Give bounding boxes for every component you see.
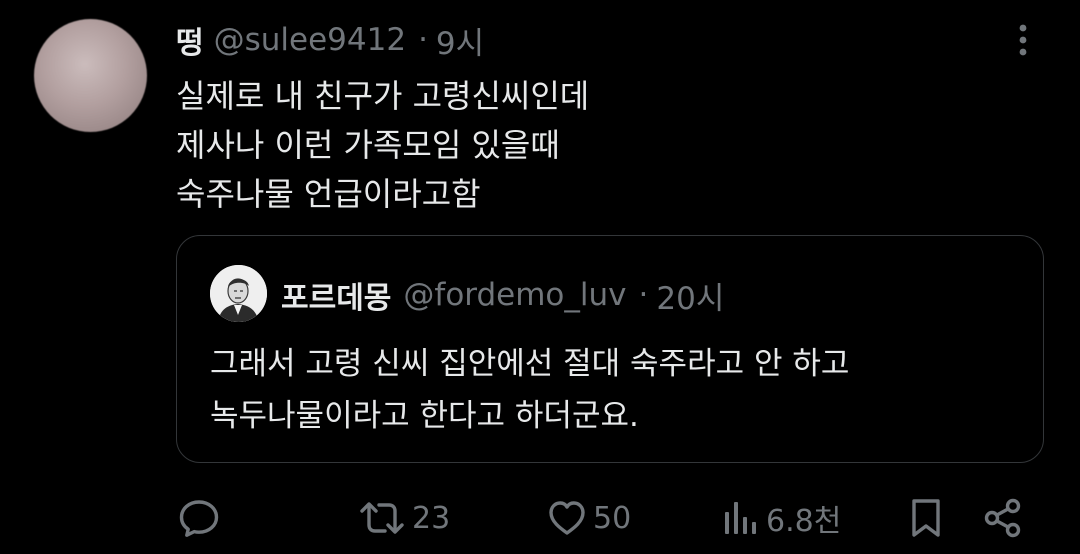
speech-bubble-icon xyxy=(179,500,219,537)
author-handle[interactable]: @sulee9412 xyxy=(214,22,406,58)
tweet-action-bar: 23 50 6.8천 xyxy=(0,490,1080,546)
retweet-arrows-icon xyxy=(360,502,404,534)
heart-icon xyxy=(549,501,585,535)
like-button[interactable]: 50 xyxy=(547,490,631,546)
author-avatar[interactable] xyxy=(34,19,147,132)
views-count: 6.8천 xyxy=(766,504,842,539)
quote-author-avatar[interactable] xyxy=(210,265,267,322)
quote-text-line: 녹두나물이라고 한다고 하더군요. xyxy=(210,398,639,434)
share-button[interactable] xyxy=(982,490,1024,546)
quote-header: 포르데몽 @fordemo_luv · 20시 xyxy=(281,273,724,317)
tweet-timestamp[interactable]: 9시 xyxy=(436,18,484,63)
bookmark-button[interactable] xyxy=(906,490,946,546)
quote-author-name[interactable]: 포르데몽 xyxy=(281,273,391,317)
quote-author-handle[interactable]: @fordemo_luv xyxy=(403,277,626,313)
tweet-text-line: 숙주나물 언급이라고함 xyxy=(176,175,481,213)
quote-header-separator: · xyxy=(638,277,649,313)
quote-text: 그래서 고령 신씨 집안에선 절대 숙주라고 안 하고 녹두나물이라고 한다고 … xyxy=(210,338,849,442)
author-name[interactable]: 떵 xyxy=(176,18,204,62)
retweet-count: 23 xyxy=(412,500,451,536)
bookmark-icon xyxy=(912,499,940,537)
quote-text-line: 그래서 고령 신씨 집안에선 절대 숙주라고 안 하고 xyxy=(210,346,850,382)
bar-chart-icon xyxy=(725,502,756,534)
tweet-text-line: 제사나 이런 가족모임 있을때 xyxy=(176,126,560,164)
quote-timestamp[interactable]: 20시 xyxy=(656,273,724,318)
header-separator: · xyxy=(418,22,428,58)
quoted-tweet-card[interactable]: 포르데몽 @fordemo_luv · 20시 그래서 고령 신씨 집안에선 절… xyxy=(176,235,1044,463)
tweet-text: 실제로 내 친구가 고령신씨인데 제사나 이런 가족모임 있을때 숙주나물 언급… xyxy=(176,72,589,219)
reply-button[interactable] xyxy=(178,490,220,546)
tweet-text-line: 실제로 내 친구가 고령신씨인데 xyxy=(176,77,590,115)
share-nodes-icon xyxy=(984,498,1021,538)
more-vertical-icon xyxy=(1019,24,1027,56)
views-button[interactable]: 6.8천 xyxy=(722,490,841,546)
like-count: 50 xyxy=(593,500,632,536)
retweet-button[interactable]: 23 xyxy=(358,490,450,546)
portrait-illustration-icon xyxy=(210,265,267,322)
more-options-button[interactable] xyxy=(1008,20,1038,60)
tweet-header: 떵 @sulee9412 · 9시 xyxy=(176,18,484,62)
